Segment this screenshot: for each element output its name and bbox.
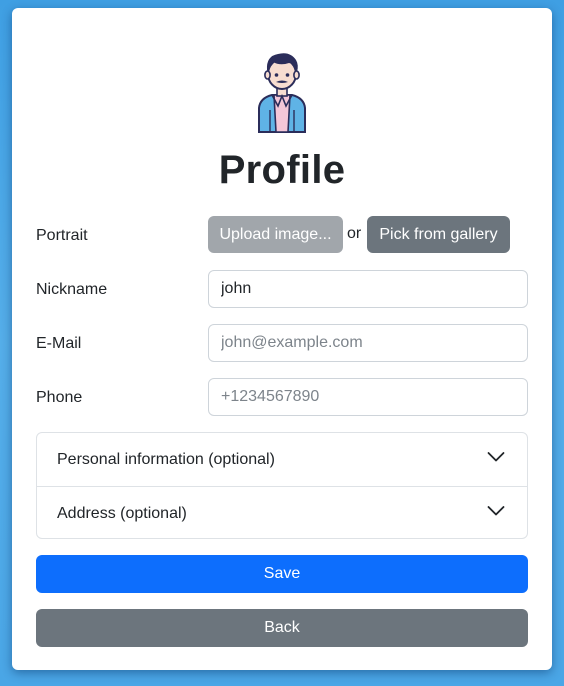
accordion-item-label: Personal information (optional) — [57, 450, 275, 468]
save-button[interactable]: Save — [36, 555, 528, 593]
person-avatar-icon — [258, 53, 306, 133]
pick-from-gallery-button[interactable]: Pick from gallery — [367, 216, 510, 253]
accordion-item-address[interactable]: Address (optional) — [37, 486, 527, 538]
phone-input[interactable] — [208, 378, 528, 416]
nickname-label: Nickname — [36, 281, 108, 298]
profile-card: Profile Portrait Upload image... or Pick… — [12, 8, 552, 670]
email-input[interactable] — [208, 324, 528, 362]
upload-image-button[interactable]: Upload image... — [208, 216, 343, 253]
accordion-item-personal-information[interactable]: Personal information (optional) — [37, 433, 527, 486]
back-button[interactable]: Back — [36, 609, 528, 647]
accordion-item-label: Address (optional) — [57, 504, 187, 522]
email-label: E-Mail — [36, 335, 82, 352]
chevron-down-icon — [487, 506, 505, 516]
portrait-label: Portrait — [36, 227, 88, 244]
optional-sections-accordion: Personal information (optional) Address … — [36, 432, 528, 539]
or-text: or — [347, 225, 362, 242]
page-title: Profile — [218, 148, 346, 192]
nickname-input[interactable] — [208, 270, 528, 308]
phone-label: Phone — [36, 389, 83, 406]
chevron-down-icon — [487, 452, 505, 462]
